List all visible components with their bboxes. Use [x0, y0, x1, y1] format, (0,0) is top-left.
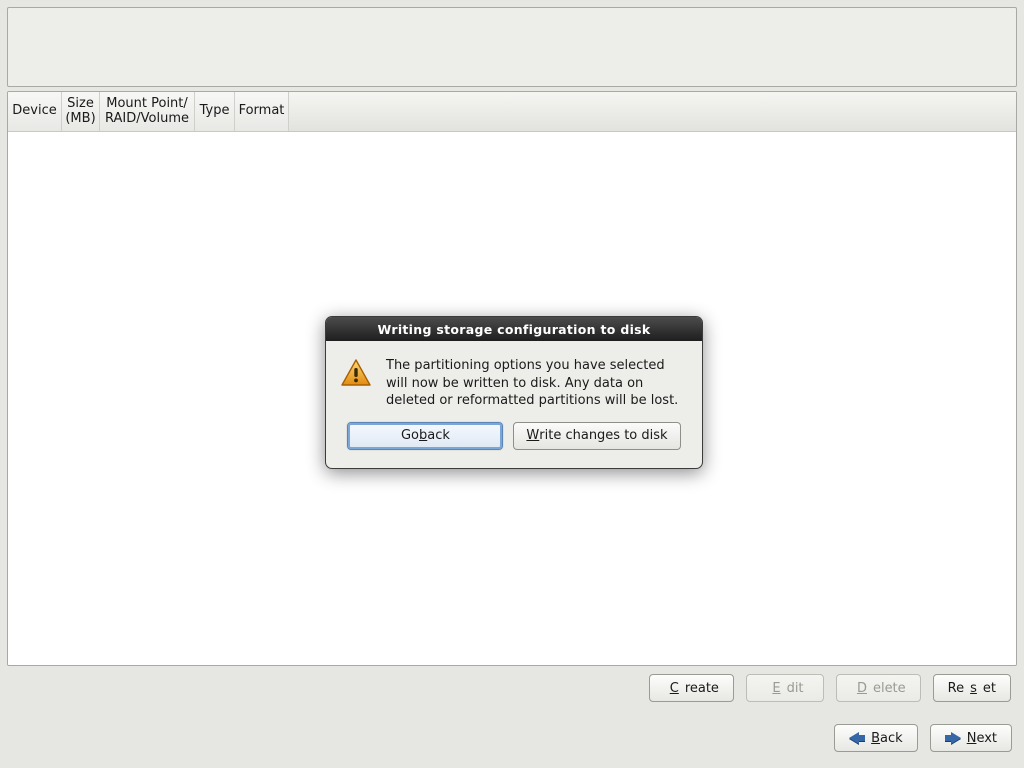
- btn-mn: C: [670, 681, 679, 696]
- write-changes-button[interactable]: Write changes to disk: [513, 422, 680, 450]
- col-header-type[interactable]: Type: [195, 92, 235, 131]
- arrow-right-icon: [945, 732, 961, 744]
- col-header-mount[interactable]: Mount Point/ RAID/Volume: [100, 92, 195, 131]
- btn-mn: s: [970, 681, 977, 696]
- btn-mn: D: [857, 681, 867, 696]
- btn-post: ack: [427, 428, 450, 443]
- btn-post: reate: [685, 681, 719, 696]
- col-header-device[interactable]: Device: [8, 92, 62, 131]
- dialog-body: The partitioning options you have select…: [326, 341, 702, 416]
- create-button[interactable]: Create: [649, 674, 734, 702]
- delete-button: Delete: [836, 674, 921, 702]
- go-back-button[interactable]: Go back: [347, 422, 503, 450]
- col-header-filler: [289, 92, 1016, 131]
- next-button[interactable]: Next: [930, 724, 1012, 752]
- dialog-title: Writing storage configuration to disk: [326, 317, 702, 341]
- arrow-left-icon: [849, 732, 865, 744]
- btn-pre: Re: [948, 681, 964, 696]
- col-header-size[interactable]: Size (MB): [62, 92, 100, 131]
- btn-post: ack: [880, 731, 903, 746]
- btn-mn: E: [772, 681, 780, 696]
- partition-action-row: Create Edit Delete Reset: [7, 674, 1017, 702]
- btn-post: ext: [976, 731, 997, 746]
- wizard-nav-row: Back Next: [834, 724, 1012, 752]
- reset-button[interactable]: Reset: [933, 674, 1011, 702]
- btn-post: et: [983, 681, 996, 696]
- write-storage-dialog: Writing storage configuration to disk Th…: [325, 316, 703, 469]
- warning-icon: [340, 357, 372, 389]
- btn-post: elete: [873, 681, 906, 696]
- btn-mn: N: [967, 731, 977, 746]
- col-header-format[interactable]: Format: [235, 92, 289, 131]
- disk-graphic-pane: [7, 7, 1017, 87]
- btn-mn: b: [419, 428, 427, 443]
- dialog-button-row: Go back Write changes to disk: [326, 416, 702, 468]
- edit-button: Edit: [746, 674, 824, 702]
- btn-mn: W: [526, 428, 539, 443]
- dialog-message: The partitioning options you have select…: [386, 357, 686, 410]
- btn-mn: B: [871, 731, 880, 746]
- btn-pre: Go: [401, 428, 419, 443]
- btn-post: dit: [787, 681, 804, 696]
- btn-post: rite changes to disk: [539, 428, 667, 443]
- table-header-row: Device Size (MB) Mount Point/ RAID/Volum…: [8, 92, 1016, 132]
- back-button[interactable]: Back: [834, 724, 918, 752]
